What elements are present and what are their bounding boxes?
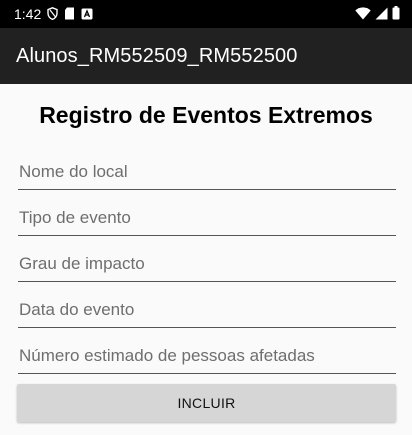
event-type-input[interactable]: Tipo de evento — [18, 200, 396, 236]
affected-people-placeholder: Número estimado de pessoas afetadas — [19, 345, 315, 365]
impact-level-placeholder: Grau de impacto — [19, 253, 145, 273]
event-type-placeholder: Tipo de evento — [19, 207, 131, 227]
status-right — [355, 5, 400, 24]
form-content: Registro de Eventos Extremos Nome do loc… — [0, 84, 412, 435]
app-a-icon — [81, 5, 93, 24]
location-name-placeholder: Nome do local — [19, 161, 128, 181]
battery-icon — [392, 5, 400, 24]
app-title: Alunos_RM552509_RM552500 — [16, 44, 298, 67]
sd-card-icon — [64, 5, 75, 24]
affected-people-input[interactable]: Número estimado de pessoas afetadas — [18, 338, 396, 374]
shield-icon — [47, 5, 58, 24]
status-time: 1:42 — [14, 6, 42, 22]
include-button[interactable]: INCLUIR — [17, 384, 396, 422]
event-date-input[interactable]: Data do evento — [18, 292, 396, 328]
impact-level-input[interactable]: Grau de impacto — [18, 246, 396, 282]
signal-icon — [375, 5, 388, 24]
app-bar: Alunos_RM552509_RM552500 — [0, 28, 412, 84]
wifi-icon — [355, 5, 371, 24]
status-bar: 1:42 — [0, 0, 412, 28]
status-left: 1:42 — [14, 5, 93, 24]
page-title: Registro de Eventos Extremos — [39, 102, 373, 128]
event-date-placeholder: Data do evento — [19, 299, 135, 319]
location-name-input[interactable]: Nome do local — [18, 154, 396, 190]
